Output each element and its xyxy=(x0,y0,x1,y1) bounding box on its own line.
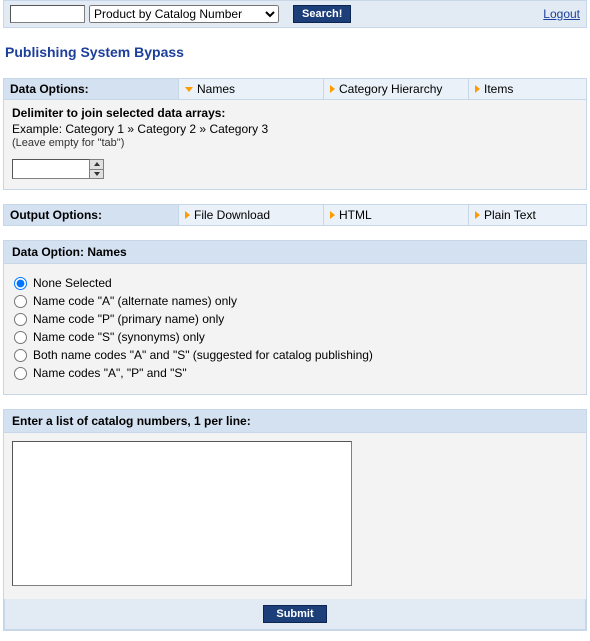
catalog-box-body xyxy=(4,433,586,599)
spinner-down-button[interactable] xyxy=(90,170,103,179)
name-option-radio[interactable] xyxy=(14,367,27,380)
name-option-row[interactable]: Name code "S" (synonyms) only xyxy=(12,330,578,344)
name-option-radio[interactable] xyxy=(14,295,27,308)
spinner-arrows xyxy=(90,159,104,179)
name-option-radio[interactable] xyxy=(14,277,27,290)
catalog-box: Enter a list of catalog numbers, 1 per l… xyxy=(3,409,587,631)
search-button[interactable]: Search! xyxy=(293,5,351,23)
delimiter-example: Example: Category 1 » Category 2 » Categ… xyxy=(12,122,578,136)
data-options-header: Data Options: xyxy=(4,79,179,99)
name-option-radio[interactable] xyxy=(14,331,27,344)
name-option-label: Name code "P" (primary name) only xyxy=(33,312,224,326)
data-options-row: Data Options: Names Category Hierarchy I… xyxy=(3,78,587,100)
chevron-right-icon xyxy=(475,85,480,93)
page-title: Publishing System Bypass xyxy=(5,44,587,60)
chevron-down-icon xyxy=(185,87,193,92)
search-scope-select[interactable]: Product by Catalog Number xyxy=(89,5,279,23)
name-option-label: Both name codes "A" and "S" (suggested f… xyxy=(33,348,373,362)
tab-label: Plain Text xyxy=(484,208,536,222)
spinner-up-button[interactable] xyxy=(90,160,103,170)
name-option-row[interactable]: Name codes "A", "P" and "S" xyxy=(12,366,578,380)
tab-label: Category Hierarchy xyxy=(339,82,442,96)
name-option-label: None Selected xyxy=(33,276,112,290)
delimiter-heading: Delimiter to join selected data arrays: xyxy=(12,106,578,120)
delimiter-hint: (Leave empty for "tab") xyxy=(12,137,578,149)
tab-items[interactable]: Items xyxy=(469,79,586,99)
name-option-row[interactable]: Name code "P" (primary name) only xyxy=(12,312,578,326)
chevron-up-icon xyxy=(94,162,100,166)
submit-button[interactable]: Submit xyxy=(263,605,326,623)
name-option-label: Name code "S" (synonyms) only xyxy=(33,330,205,344)
chevron-right-icon xyxy=(185,211,190,219)
output-options-header: Output Options: xyxy=(4,205,179,225)
tab-category-hierarchy[interactable]: Category Hierarchy xyxy=(324,79,469,99)
delimiter-input[interactable] xyxy=(12,159,90,179)
tab-label: File Download xyxy=(194,208,270,222)
chevron-right-icon xyxy=(330,211,335,219)
name-option-row[interactable]: Both name codes "A" and "S" (suggested f… xyxy=(12,348,578,362)
chevron-down-icon xyxy=(94,172,100,176)
chevron-right-icon xyxy=(330,85,335,93)
name-option-label: Name codes "A", "P" and "S" xyxy=(33,366,187,380)
catalog-textarea[interactable] xyxy=(12,441,352,586)
tab-file-download[interactable]: File Download xyxy=(179,205,324,225)
names-box-header: Data Option: Names xyxy=(4,241,586,264)
name-option-radio[interactable] xyxy=(14,349,27,362)
catalog-box-header: Enter a list of catalog numbers, 1 per l… xyxy=(4,410,586,433)
output-options-row: Output Options: File Download HTML Plain… xyxy=(3,204,587,226)
tab-label: Items xyxy=(484,82,513,96)
topbar: Product by Catalog Number Search! Logout xyxy=(3,0,587,28)
tab-html[interactable]: HTML xyxy=(324,205,469,225)
tab-label: Names xyxy=(197,82,235,96)
search-input[interactable] xyxy=(10,5,85,23)
logout-link[interactable]: Logout xyxy=(543,7,580,21)
tab-plain-text[interactable]: Plain Text xyxy=(469,205,586,225)
names-box: Data Option: Names None Selected Name co… xyxy=(3,240,587,395)
submit-bar: Submit xyxy=(4,599,586,630)
tab-label: HTML xyxy=(339,208,372,222)
name-option-row[interactable]: Name code "A" (alternate names) only xyxy=(12,294,578,308)
name-option-radio[interactable] xyxy=(14,313,27,326)
delimiter-spinner xyxy=(12,159,104,179)
name-option-label: Name code "A" (alternate names) only xyxy=(33,294,237,308)
names-box-body: None Selected Name code "A" (alternate n… xyxy=(4,264,586,394)
tab-names[interactable]: Names xyxy=(179,79,324,99)
name-option-row[interactable]: None Selected xyxy=(12,276,578,290)
delimiter-panel: Delimiter to join selected data arrays: … xyxy=(3,100,587,190)
chevron-right-icon xyxy=(475,211,480,219)
